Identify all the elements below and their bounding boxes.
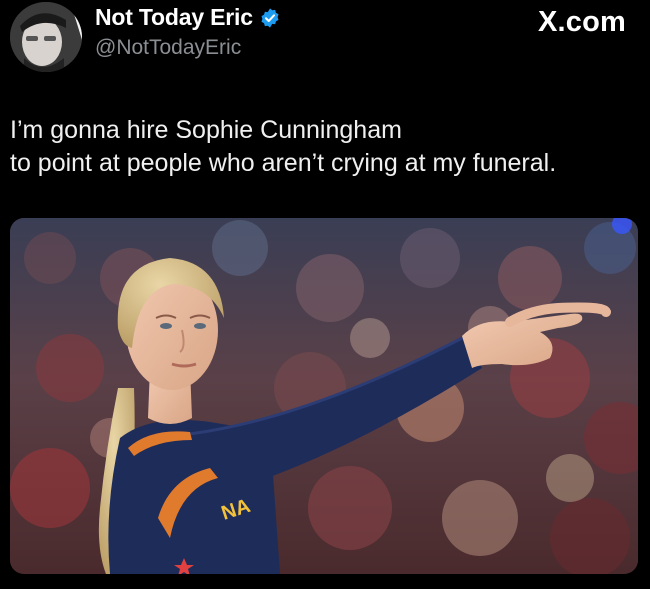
tweet-line-2: to point at people who aren’t crying at … [10, 149, 557, 177]
tweet-line-1: I’m gonna hire Sophie Cunningham [10, 116, 402, 144]
avatar[interactable] [10, 2, 82, 72]
tweet-text: I’m gonna hire Sophie Cunningham to poin… [10, 114, 640, 180]
author-display-name[interactable]: Not Today Eric [95, 4, 253, 31]
author-name-row: Not Today Eric [95, 4, 281, 31]
tweet-media-image[interactable]: NA [10, 218, 638, 574]
avatar-image [10, 2, 82, 72]
photo-basketball-player-pointing: NA [10, 218, 638, 574]
verified-badge-icon [261, 7, 279, 28]
brand-watermark: X.com [537, 6, 626, 38]
author-handle[interactable]: @NotTodayEric [95, 36, 241, 60]
